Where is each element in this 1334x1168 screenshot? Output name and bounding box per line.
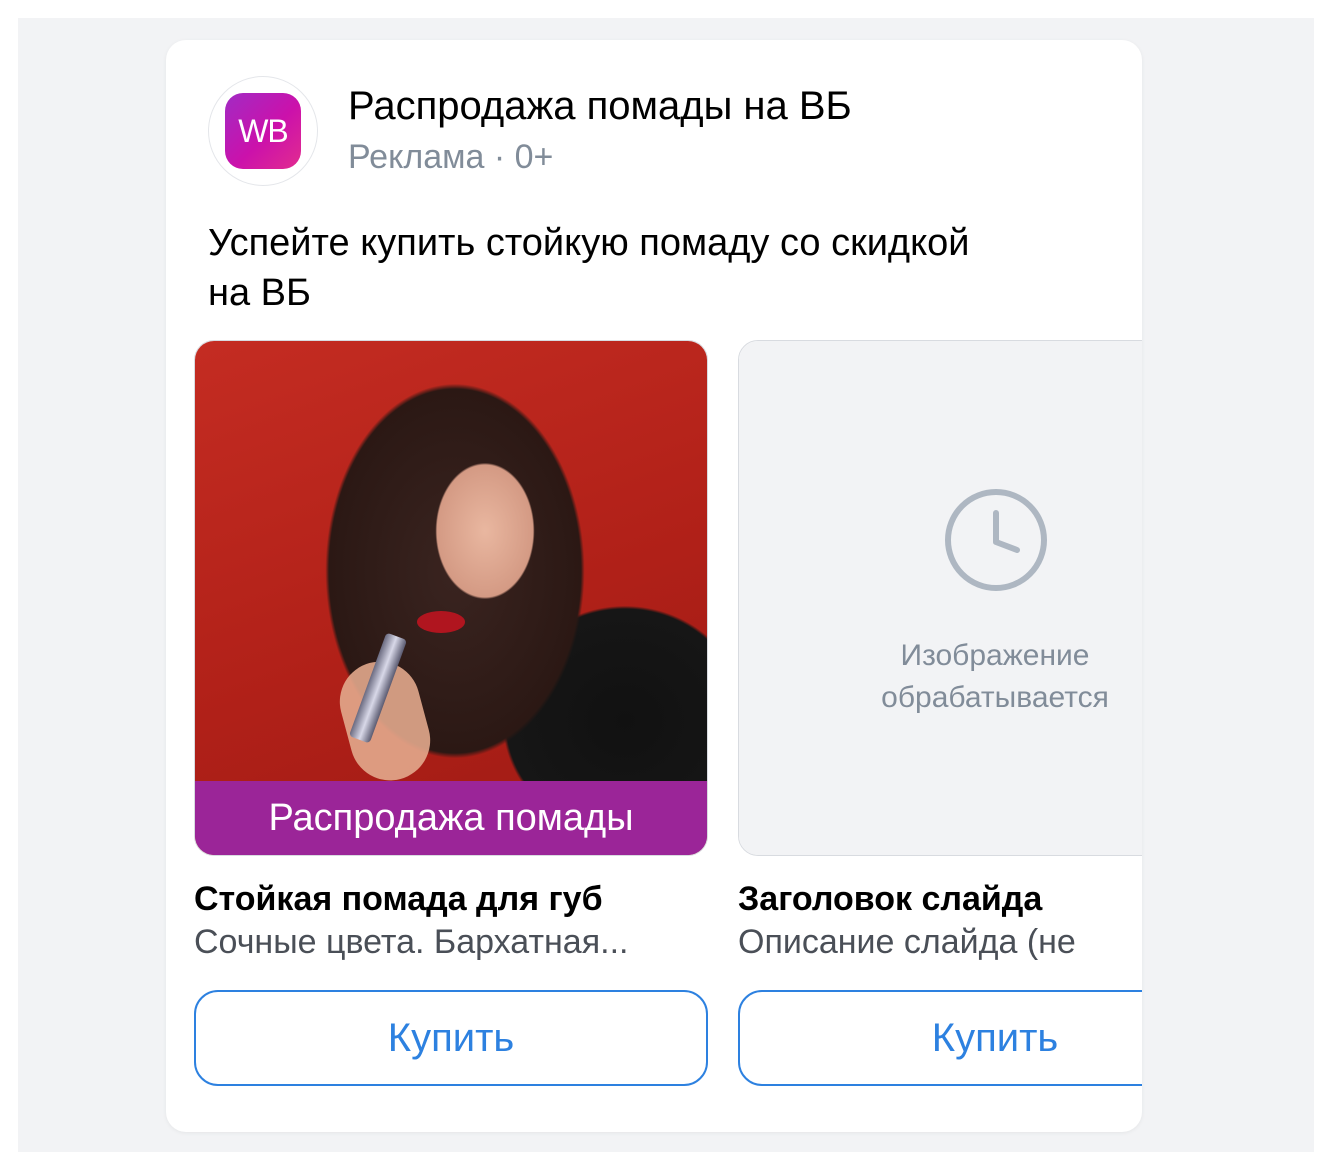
advertiser-avatar[interactable]: WB <box>208 76 318 186</box>
ad-meta: Реклама · 0+ <box>348 138 554 176</box>
post-text: Успейте купить стойкую помаду со скидкой… <box>208 222 970 314</box>
wildberries-logo-icon: WB <box>225 93 301 169</box>
slide-title: Стойкая помада для губ <box>194 880 603 918</box>
slide-title: Заголовок слайда <box>738 880 1043 918</box>
lips-shape <box>417 611 465 633</box>
slide-description: Сочные цвета. Бархатная... <box>194 923 629 961</box>
buy-button[interactable]: Купить <box>194 990 708 1086</box>
ad-post-card: WB Распродажа помады на ВБ Реклама · 0+ … <box>166 40 1142 1132</box>
carousel-slide[interactable]: Изображение обрабатывается Заголовок сла… <box>738 340 1142 1086</box>
carousel-slide[interactable]: Распродажа помады Стойкая помада для губ… <box>194 340 710 1086</box>
clock-icon <box>945 489 1047 591</box>
buy-button[interactable]: Купить <box>738 990 1142 1086</box>
slide-image[interactable]: Распродажа помады <box>194 340 708 856</box>
left-gutter <box>18 18 162 1152</box>
lipstick-model-photo <box>195 341 707 855</box>
slide-description: Описание слайда (не <box>738 923 1076 961</box>
processing-line-2: обрабатывается <box>881 681 1109 714</box>
slide-banner: Распродажа помады <box>195 781 707 855</box>
right-gutter <box>1168 18 1314 1152</box>
carousel[interactable]: Распродажа помады Стойкая помада для губ… <box>194 340 1142 1132</box>
image-processing-placeholder: Изображение обрабатывается <box>739 341 1142 855</box>
slide-image-placeholder[interactable]: Изображение обрабатывается <box>738 340 1142 856</box>
ad-title[interactable]: Распродажа помады на ВБ <box>348 84 852 129</box>
processing-text: Изображение обрабатывается <box>739 635 1142 719</box>
processing-line-1: Изображение <box>900 639 1090 672</box>
